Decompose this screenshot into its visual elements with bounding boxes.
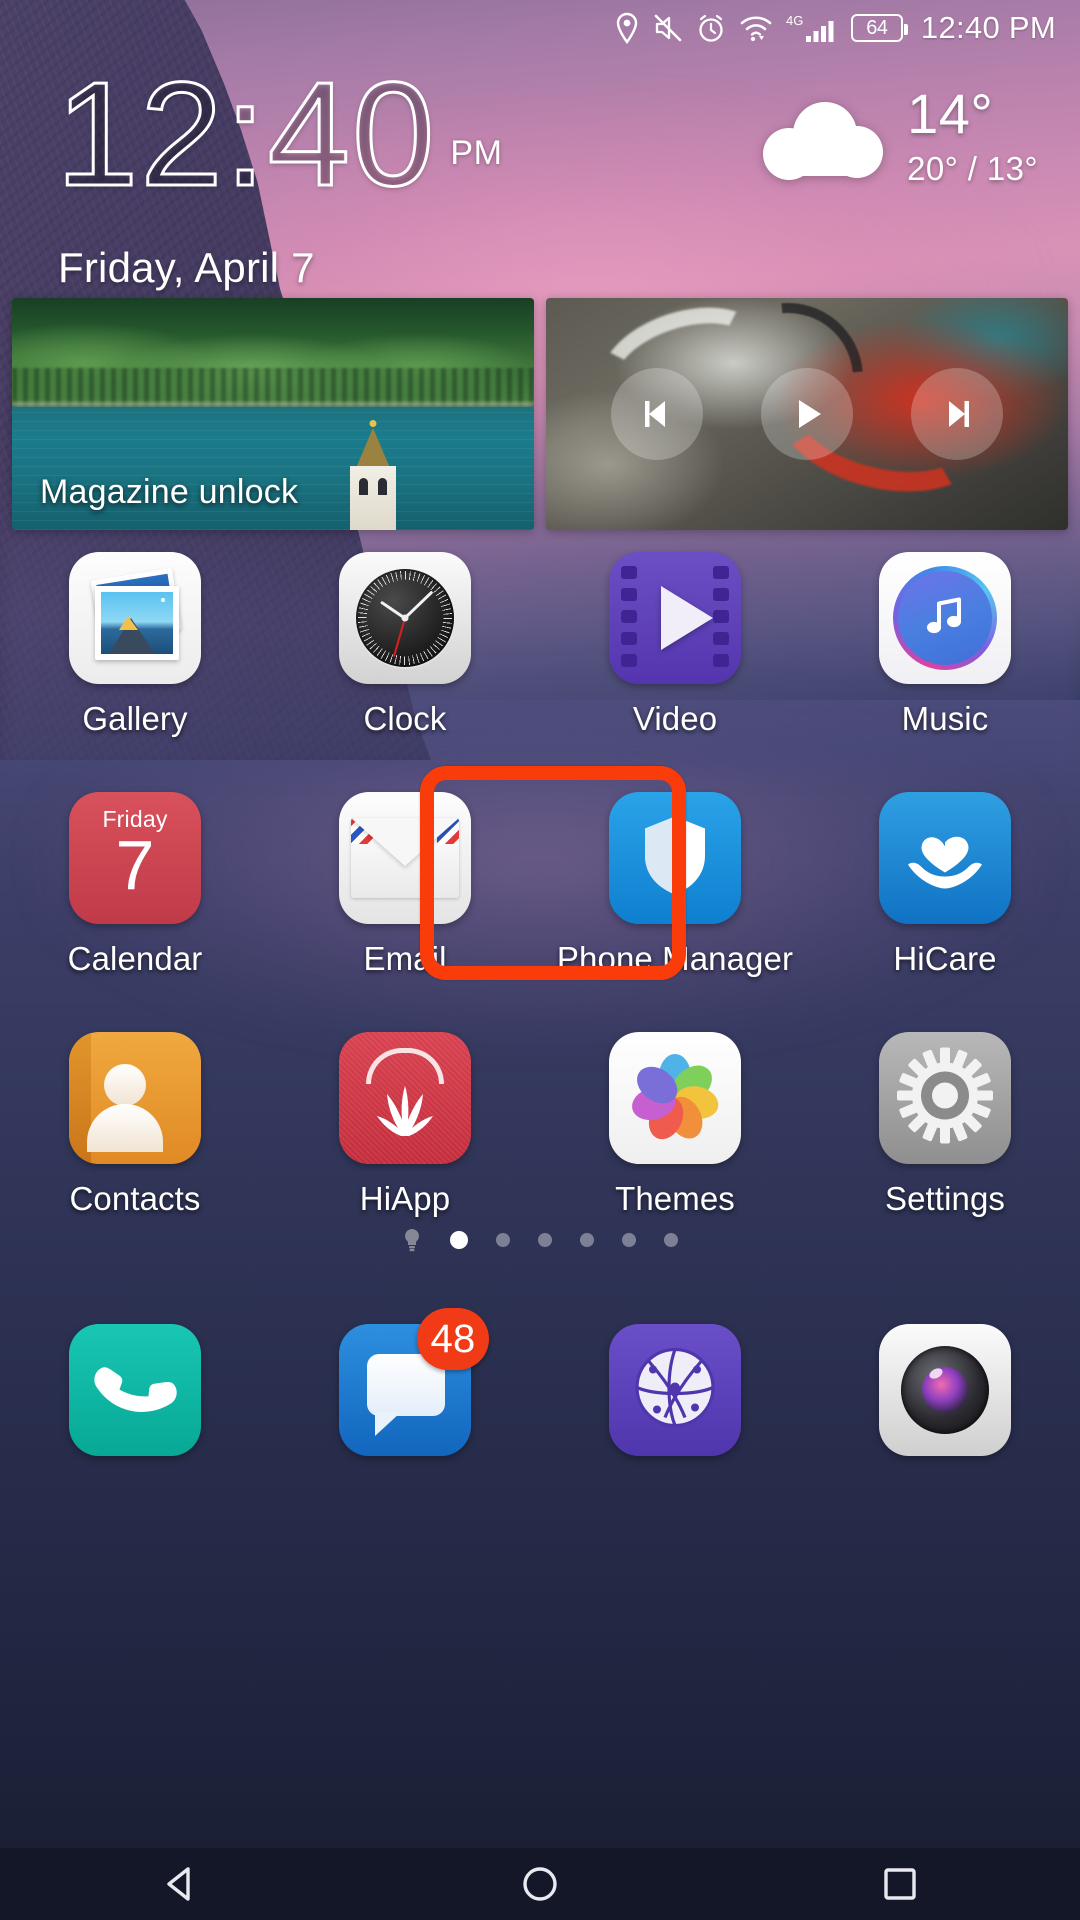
app-themes[interactable]: Themes <box>540 1032 810 1218</box>
app-music[interactable]: Music <box>810 552 1080 738</box>
clock-widget-time: 12:40 <box>54 52 437 217</box>
recents-icon[interactable] <box>840 1848 960 1920</box>
weather-temps: 14° 20° / 13° <box>907 86 1038 188</box>
weather-temp-range: 20° / 13° <box>907 150 1038 187</box>
alarm-icon <box>696 11 726 45</box>
page-dot-2[interactable] <box>496 1233 510 1247</box>
dock-messages[interactable]: 48 <box>270 1292 540 1488</box>
back-icon[interactable] <box>120 1848 240 1920</box>
gallery-icon <box>69 552 201 684</box>
app-label: Contacts <box>69 1180 201 1217</box>
calendar-date: 7 <box>115 826 155 904</box>
weather-current-temp: 14° <box>907 82 994 145</box>
video-icon <box>609 552 741 684</box>
heart-hand-icon <box>879 792 1011 924</box>
home-icon[interactable] <box>480 1848 600 1920</box>
magazine-unlock-widget[interactable]: Magazine unlock <box>12 298 534 530</box>
app-label: HiCare <box>893 940 997 977</box>
phone-handset-icon <box>69 1324 201 1456</box>
app-row-2: Friday 7 Calendar Email Phone Manager Hi… <box>0 792 1080 978</box>
dock-camera[interactable] <box>810 1292 1080 1488</box>
camera-lens-icon <box>879 1324 1011 1456</box>
app-settings[interactable]: Settings <box>810 1032 1080 1218</box>
app-row-1: Gallery Clock Video Music <box>0 552 1080 738</box>
weather-widget[interactable]: 14° 20° / 13° <box>763 86 1038 188</box>
app-label: Themes <box>615 1180 735 1217</box>
clock-widget-time-group[interactable]: 12:40 PM <box>54 52 503 217</box>
skip-previous-icon[interactable] <box>611 368 703 460</box>
calendar-icon: Friday 7 <box>69 792 201 924</box>
shield-icon <box>609 792 741 924</box>
app-label: Video <box>632 700 718 737</box>
widget-card-row: Magazine unlock <box>0 298 1080 530</box>
clock-weather-widget[interactable]: 12:40 PM Friday, April 7 14° 20° / 13° <box>0 52 1080 292</box>
page-dot-4[interactable] <box>580 1233 594 1247</box>
magazine-unlock-label: Magazine unlock <box>40 473 299 511</box>
status-bar[interactable]: 4G 64 12:40 PM <box>0 0 1080 56</box>
clock-icon <box>339 552 471 684</box>
app-label: HiApp <box>359 1180 451 1217</box>
app-hicare[interactable]: HiCare <box>810 792 1080 978</box>
location-icon <box>614 11 640 45</box>
church-tower-detail <box>341 419 405 530</box>
app-row-3: Contacts HiApp Themes Settings <box>0 1032 1080 1218</box>
app-calendar[interactable]: Friday 7 Calendar <box>0 792 270 978</box>
clock-widget-date: Friday, April 7 <box>58 244 315 291</box>
contacts-icon <box>69 1032 201 1164</box>
app-label: Clock <box>363 700 447 737</box>
flower-petals-icon <box>609 1032 741 1164</box>
app-label: Settings <box>884 1180 1006 1217</box>
app-label: Phone Manager <box>556 940 794 977</box>
page-dot-5[interactable] <box>622 1233 636 1247</box>
status-bar-clock: 12:40 PM <box>920 10 1056 45</box>
skip-next-icon[interactable] <box>911 368 1003 460</box>
message-bubble-icon: 48 <box>339 1308 489 1456</box>
wifi-icon <box>739 11 773 45</box>
app-phone-manager[interactable]: Phone Manager <box>540 792 810 978</box>
app-hiapp[interactable]: HiApp <box>270 1032 540 1218</box>
app-label: Gallery <box>82 700 188 737</box>
play-icon[interactable] <box>761 368 853 460</box>
app-label: Calendar <box>67 940 203 977</box>
svg-text:4G: 4G <box>786 13 803 28</box>
bulb-icon[interactable] <box>402 1228 422 1252</box>
gear-icon <box>879 1032 1011 1164</box>
clock-widget-meridiem: PM <box>450 134 503 173</box>
app-label: Music <box>901 700 989 737</box>
signal-4g-icon: 4G <box>786 11 838 45</box>
app-contacts[interactable]: Contacts <box>0 1032 270 1218</box>
app-grid: Gallery Clock Video Music Friday 7 Calen… <box>0 552 1080 1218</box>
page-indicator[interactable] <box>0 1228 1080 1252</box>
page-dot-3[interactable] <box>538 1233 552 1247</box>
email-icon <box>339 792 471 924</box>
battery-level: 64 <box>866 17 888 39</box>
page-dot-6[interactable] <box>664 1233 678 1247</box>
page-dot-1[interactable] <box>450 1231 468 1249</box>
globe-icon <box>609 1324 741 1456</box>
dock-phone[interactable] <box>0 1292 270 1488</box>
app-email[interactable]: Email <box>270 792 540 978</box>
app-gallery[interactable]: Gallery <box>0 552 270 738</box>
music-icon <box>879 552 1011 684</box>
app-label: Email <box>363 940 447 977</box>
navigation-bar <box>0 1848 1080 1920</box>
app-clock[interactable]: Clock <box>270 552 540 738</box>
huawei-flower-icon <box>339 1032 471 1164</box>
music-player-widget[interactable] <box>546 298 1068 530</box>
mute-icon <box>653 11 683 45</box>
battery-indicator: 64 <box>850 14 908 42</box>
dock-browser[interactable] <box>540 1292 810 1488</box>
status-badge: 48 <box>417 1308 489 1370</box>
app-video[interactable]: Video <box>540 552 810 738</box>
cloud-icon <box>763 102 884 180</box>
dock: 48 <box>0 1292 1080 1488</box>
music-controls <box>546 298 1068 530</box>
